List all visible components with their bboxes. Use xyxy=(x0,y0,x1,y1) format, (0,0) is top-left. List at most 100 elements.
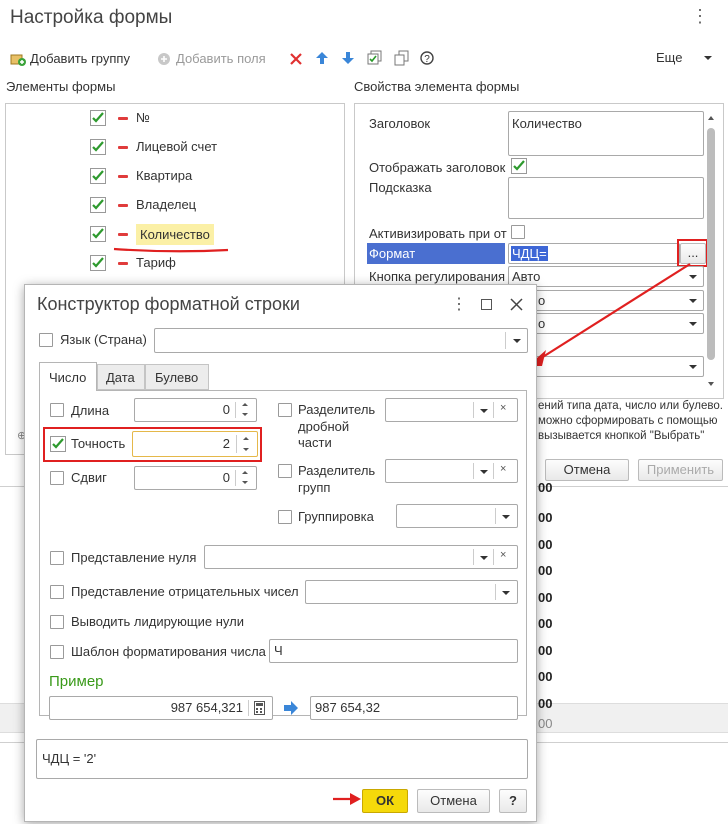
negative-repr-checkbox[interactable] xyxy=(50,585,64,599)
fraction-separator-clear-icon[interactable]: × xyxy=(500,402,506,414)
length-value: 0 xyxy=(222,402,230,417)
prop-header-field[interactable]: Количество xyxy=(508,111,704,156)
grouping-select[interactable] xyxy=(396,504,518,528)
tree-item-label: Владелец xyxy=(136,197,197,212)
prop-hint-field[interactable] xyxy=(508,177,704,219)
bg-apply-button[interactable]: Применить xyxy=(638,459,723,481)
add-group-label: Добавить группу xyxy=(30,51,130,66)
bg-cancel-button[interactable]: Отмена xyxy=(545,459,629,481)
dialog-help-button[interactable]: ? xyxy=(499,789,527,813)
example-output-field: 987 654,32 xyxy=(310,696,518,720)
tree-item-checkbox[interactable] xyxy=(90,168,106,184)
fraction-separator-chevron-icon[interactable] xyxy=(480,409,488,413)
ok-button[interactable]: ОК xyxy=(362,789,408,813)
tree-item[interactable]: Квартира xyxy=(90,168,330,190)
ok-pointer-arrow xyxy=(333,793,361,805)
shift-spin-down-icon[interactable] xyxy=(242,481,248,484)
example-input-field[interactable]: 987 654,321 xyxy=(49,696,273,720)
tab-boolean[interactable]: Булево xyxy=(145,364,209,390)
group-separator-clear-icon[interactable]: × xyxy=(500,463,506,475)
shift-checkbox[interactable] xyxy=(50,471,64,485)
scroll-down-icon[interactable] xyxy=(708,382,714,386)
zero-repr-checkbox[interactable] xyxy=(50,551,64,565)
prop-hint-label: Подсказка xyxy=(369,180,432,195)
zero-repr-label: Представление нуля xyxy=(71,550,197,565)
bg-apply-label: Применить xyxy=(646,462,715,477)
copy-icon[interactable] xyxy=(394,50,410,66)
dialog-maximize-icon[interactable] xyxy=(481,299,492,310)
prop-adjust-label: Кнопка регулирования xyxy=(369,269,506,284)
template-field[interactable]: Ч xyxy=(269,639,518,663)
prop-format-row[interactable]: Формат xyxy=(367,243,505,264)
length-spin-up-icon[interactable] xyxy=(242,403,248,406)
negative-repr-select[interactable] xyxy=(305,580,518,604)
precision-field[interactable]: 2 xyxy=(132,431,258,457)
precision-spin-divider xyxy=(236,435,237,453)
dialog-cancel-button[interactable]: Отмена xyxy=(417,789,490,813)
tree-item-checkbox[interactable] xyxy=(90,110,106,126)
tree-item[interactable]: № xyxy=(90,110,330,132)
group-separator-label-1: Разделитель xyxy=(298,463,376,478)
arrow-up-icon[interactable] xyxy=(315,51,329,65)
tree-item-checkbox[interactable] xyxy=(90,139,106,155)
language-checkbox[interactable] xyxy=(39,333,53,347)
dialog-close-icon[interactable] xyxy=(510,298,523,311)
length-checkbox[interactable] xyxy=(50,403,64,417)
shift-spin-divider xyxy=(235,470,236,486)
precision-checkbox[interactable] xyxy=(50,436,66,452)
group-separator-label-2: групп xyxy=(298,480,331,495)
grouping-divider xyxy=(495,508,496,524)
window-title: Настройка формы xyxy=(10,7,173,28)
prop-show-header-checkbox[interactable] xyxy=(511,158,527,174)
prop-activate-checkbox[interactable] xyxy=(511,225,525,239)
tree-item-checkbox[interactable] xyxy=(90,226,106,242)
help-icon[interactable]: ? xyxy=(420,51,434,65)
group-separator-divider-2 xyxy=(493,463,494,479)
precision-spin-down-icon[interactable] xyxy=(243,448,249,451)
calculator-icon[interactable] xyxy=(254,701,265,715)
prop-header-value: Количество xyxy=(512,116,582,131)
add-fields-icon xyxy=(158,53,170,65)
tree-item[interactable]: Лицевой счет xyxy=(90,139,330,161)
tab-number[interactable]: Число xyxy=(39,362,97,391)
properties-scrollbar[interactable] xyxy=(707,128,715,360)
template-checkbox[interactable] xyxy=(50,645,64,659)
negative-repr-chevron-icon xyxy=(502,591,510,595)
fraction-separator-select[interactable]: × xyxy=(385,398,518,422)
group-separator-select[interactable]: × xyxy=(385,459,518,483)
format-string-field[interactable]: ЧДЦ = '2' xyxy=(36,739,528,779)
tree-item-checkbox[interactable] xyxy=(90,197,106,213)
fraction-separator-checkbox[interactable] xyxy=(278,403,292,417)
grouping-checkbox[interactable] xyxy=(278,510,292,524)
left-panel-title: Элементы формы xyxy=(6,79,116,94)
delete-icon[interactable] xyxy=(289,52,303,66)
window-more-icon[interactable]: ⋮ xyxy=(691,6,709,27)
tree-item[interactable]: Владелец xyxy=(90,197,330,219)
zero-repr-clear-icon[interactable]: × xyxy=(500,549,506,561)
arrow-down-icon[interactable] xyxy=(341,51,355,65)
leading-zeros-checkbox[interactable] xyxy=(50,615,64,629)
language-select[interactable] xyxy=(154,328,528,353)
zero-repr-select[interactable]: × xyxy=(204,545,518,569)
add-fields-label: Добавить поля xyxy=(176,51,266,66)
group-separator-checkbox[interactable] xyxy=(278,464,292,478)
dialog-more-icon[interactable]: ⋮ xyxy=(451,294,467,314)
help-text-line-2: можно сформировать с помощью xyxy=(538,415,718,427)
group-separator-chevron-icon[interactable] xyxy=(480,470,488,474)
field-minus-icon xyxy=(118,204,128,207)
length-spin-down-icon[interactable] xyxy=(242,413,248,416)
help-text-line-1: ений типа дата, число или булево. xyxy=(538,400,723,412)
underlying-value: 00 xyxy=(538,669,553,684)
tree-item-checkbox[interactable] xyxy=(90,255,106,271)
tab-date[interactable]: Дата xyxy=(97,364,145,390)
check-all-icon[interactable] xyxy=(367,50,383,66)
shift-field[interactable]: 0 xyxy=(134,466,257,490)
tab-boolean-label: Булево xyxy=(155,370,199,385)
precision-spin-up-icon[interactable] xyxy=(243,437,249,440)
tree-item[interactable]: Тариф xyxy=(90,255,330,277)
shift-spin-up-icon[interactable] xyxy=(242,471,248,474)
length-field[interactable]: 0 xyxy=(134,398,257,422)
scroll-up-icon[interactable] xyxy=(708,116,714,120)
tab-number-label: Число xyxy=(49,370,87,385)
zero-repr-chevron-icon[interactable] xyxy=(480,556,488,560)
